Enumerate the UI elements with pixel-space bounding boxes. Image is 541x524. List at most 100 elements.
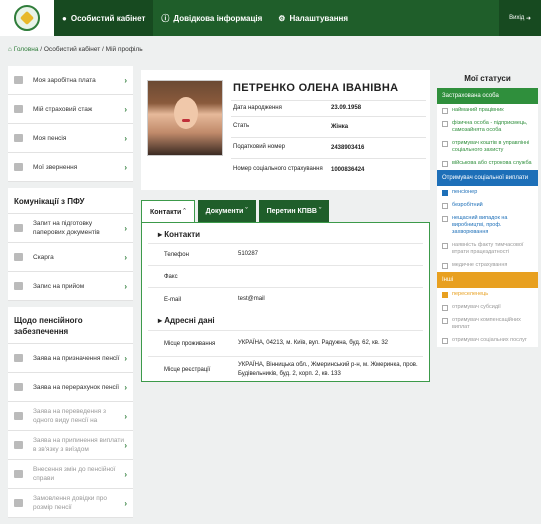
status-group-social: Отримувач соціальної виплати <box>437 170 538 186</box>
statuses-panel: Мої статуси Застрахована особа найманий … <box>437 70 538 347</box>
checkbox-checked[interactable] <box>442 292 448 298</box>
registration-row: Місце реєстрації УКРАЇНА, Вінницька обл.,… <box>148 356 423 382</box>
breadcrumb: ⌂ Головна / Особистий кабінет / Мій проф… <box>8 46 143 53</box>
sidebar-item-transfer[interactable]: Заява на переведення з одного виду пенсі… <box>8 402 133 431</box>
checkbox[interactable] <box>442 338 448 344</box>
chevron-right-icon: › <box>124 440 127 450</box>
profile-card-wrapper: ПЕТРЕНКО ОЛЕНА ІВАНІВНА Дата народження 2… <box>141 70 430 190</box>
sidebar-item-complaint[interactable]: Скарга › <box>8 243 133 272</box>
status-compensation[interactable]: отримувач компенсаційних виплат <box>437 314 538 334</box>
chevron-right-icon: › <box>124 162 127 172</box>
status-social-services[interactable]: отримувач соціальних послуг <box>437 334 538 347</box>
sidebar-item-salary[interactable]: Моя заробітна плата › <box>8 66 133 95</box>
status-group-insured: Застрахована особа <box>437 88 538 104</box>
checkbox[interactable] <box>442 141 448 147</box>
checkbox[interactable] <box>442 108 448 114</box>
fax-row: Факс <box>148 265 423 287</box>
chevron-right-icon: › <box>124 75 127 85</box>
status-displaced[interactable]: переселенець <box>437 288 538 301</box>
chevron-right-icon: › <box>124 411 127 421</box>
checkbox[interactable] <box>442 203 448 209</box>
sidebar-section-title: Щодо пенсійного забезпечення <box>8 307 133 344</box>
home-icon: ⌂ <box>8 46 12 53</box>
printer-icon <box>14 224 23 232</box>
sidebar-item-requests[interactable]: Мої звернення › <box>8 153 133 182</box>
sidebar-item-stop-payment[interactable]: Заява на припинення виплати в зв'язку з … <box>8 431 133 460</box>
breadcrumb-home[interactable]: ⌂ Головна <box>8 46 38 53</box>
residence-row: Місце проживання УКРАЇНА, 04213, м. Київ,… <box>148 330 423 356</box>
status-group-other: Інші <box>437 272 538 288</box>
gear-icon: ⚙ <box>278 13 286 23</box>
briefcase-icon <box>14 134 23 142</box>
nav-cabinet[interactable]: ● Особистий кабінет <box>54 0 154 36</box>
status-military[interactable]: військова або строкова служба <box>437 157 538 170</box>
chevron-down-icon: ˇ <box>318 207 322 215</box>
sidebar-item-pension[interactable]: Моя пенсія › <box>8 124 133 153</box>
insurance-number-row: Номер соціального страхування 1000836424 <box>231 158 426 180</box>
status-medical-insurance[interactable]: медичне страхування <box>437 259 538 272</box>
tab-documents[interactable]: Документи ˇ <box>197 200 256 222</box>
sidebar: Моя заробітна плата › Мій страховий стаж ›… <box>8 66 133 524</box>
document-icon <box>14 470 23 478</box>
sidebar-item-appointment[interactable]: Запис на прийом › <box>8 272 133 301</box>
sidebar-section-title: Комунікації з ПФУ <box>8 188 133 214</box>
sidebar-item-paper-docs[interactable]: Запит на підготовку паперових документів… <box>8 214 133 243</box>
checkbox[interactable] <box>442 305 448 311</box>
checkbox[interactable] <box>442 161 448 167</box>
contacts-section-title[interactable]: ▸ Контакти <box>158 230 200 239</box>
envelope-icon <box>14 163 23 171</box>
sidebar-item-changes[interactable]: Внесення змін до пенсійної справи › <box>8 460 133 489</box>
chevron-right-icon: › <box>124 469 127 479</box>
sidebar-item-recalculation[interactable]: Заява на перерахунок пенсії › <box>8 373 133 402</box>
status-pensioner[interactable]: пенсіонер <box>437 186 538 199</box>
document-icon <box>14 499 23 507</box>
emblem-icon <box>14 5 40 31</box>
checkbox[interactable] <box>442 263 448 269</box>
checkbox[interactable] <box>442 243 448 249</box>
complaint-icon <box>14 253 23 261</box>
tab-contacts[interactable]: Контакти ˆ <box>141 200 195 224</box>
sidebar-item-apply-pension[interactable]: Заява на призначення пенсії › <box>8 344 133 373</box>
status-subsidy[interactable]: отримувач субсидії <box>437 301 538 314</box>
status-temporary-disability[interactable]: наявність факту тимчасової втрати працез… <box>437 239 538 259</box>
user-icon: ● <box>62 13 67 23</box>
caret-right-icon: ▸ <box>158 230 163 239</box>
profile-card: ПЕТРЕНКО ОЛЕНА ІВАНІВНА Дата народження 2… <box>141 70 430 190</box>
sidebar-pension-section: Щодо пенсійного забезпечення Заява на пр… <box>8 307 133 518</box>
phone-row: Телефон 510287 <box>148 243 423 265</box>
status-unemployed[interactable]: безробітний <box>437 199 538 212</box>
status-employee[interactable]: найманий працівник <box>437 104 538 117</box>
document-icon <box>14 441 23 449</box>
nav-help[interactable]: ⓘ Довідкова інформація <box>153 0 270 36</box>
chevron-right-icon: › <box>124 223 127 233</box>
info-icon: ⓘ <box>161 13 170 23</box>
status-work-accident[interactable]: нещасний випадок на виробництві, проф. з… <box>437 212 538 239</box>
chevron-right-icon: › <box>124 133 127 143</box>
birth-date-row: Дата народження 23.09.1958 <box>231 100 426 115</box>
chevron-up-icon: ˆ <box>183 209 186 216</box>
sidebar-item-experience[interactable]: Мій страховий стаж › <box>8 95 133 124</box>
profile-name: ПЕТРЕНКО ОЛЕНА ІВАНІВНА <box>233 82 399 94</box>
profile-photo <box>147 80 223 156</box>
status-entrepreneur[interactable]: фізична особа - підприємець, самозайнята… <box>437 117 538 137</box>
chevron-right-icon: › <box>124 281 127 291</box>
checkbox[interactable] <box>442 318 448 324</box>
addresses-section-title[interactable]: ▸ Адресні дані <box>158 316 215 325</box>
profile-tabs: Контакти ˆ Документи ˇ Перетин КПВВ ˇ <box>141 200 332 224</box>
logout-icon: ➜ <box>525 15 531 22</box>
sex-row: Стать Жінка <box>231 116 426 136</box>
document-icon <box>14 105 23 113</box>
sidebar-communications: Комунікації з ПФУ Запит на підготовку па… <box>8 188 133 301</box>
chevron-right-icon: › <box>124 252 127 262</box>
pfu-logo[interactable] <box>0 0 54 36</box>
checkbox-checked[interactable] <box>442 190 448 196</box>
caret-right-icon: ▸ <box>158 316 163 325</box>
checkbox[interactable] <box>442 216 448 222</box>
exit-button[interactable]: Вихід ➜ <box>499 0 541 36</box>
chevron-right-icon: › <box>124 353 127 363</box>
sidebar-item-certificate[interactable]: Замовлення довідки про розмір пенсії › <box>8 489 133 518</box>
checkbox[interactable] <box>442 121 448 127</box>
status-social-protection[interactable]: отримувач коштів в управлінні соціальног… <box>437 137 538 157</box>
tab-checkpoint[interactable]: Перетин КПВВ ˇ <box>258 200 330 222</box>
nav-settings[interactable]: ⚙ Налаштування <box>270 0 356 36</box>
